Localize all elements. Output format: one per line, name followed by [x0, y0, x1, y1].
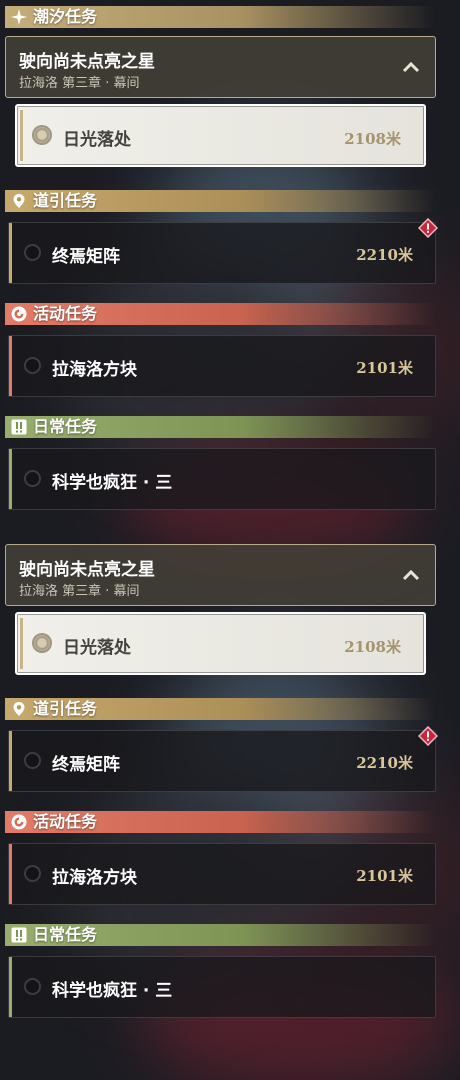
daily-quest-name: 科学也疯狂 · 三: [52, 473, 173, 493]
guide-quest-card[interactable]: 终焉矩阵 2210米: [8, 730, 436, 792]
event-quest-name: 拉海洛方块: [52, 868, 137, 888]
diamond-warning-icon: [418, 218, 438, 238]
event-accent-bar: [9, 336, 12, 396]
exclamation-box-icon: [11, 927, 27, 943]
unselected-radio-icon: [24, 978, 41, 995]
guide-quest-distance: 2210米: [356, 754, 413, 772]
category-event-header[interactable]: 活动任务: [5, 303, 435, 325]
event-quest-name: 拉海洛方块: [52, 360, 137, 380]
sparkle-icon: [11, 9, 27, 25]
main-quest-panel[interactable]: 驶向尚未点亮之星 拉海洛 第三章 · 幕间: [5, 544, 436, 606]
category-event-header[interactable]: 活动任务: [5, 811, 435, 833]
event-quest-distance: 2101米: [356, 867, 413, 885]
chevron-up-icon[interactable]: [401, 567, 421, 583]
daily-accent-bar: [9, 957, 12, 1017]
event-quest-card[interactable]: 拉海洛方块 2101米: [8, 335, 436, 397]
category-event-label: 活动任务: [33, 812, 98, 831]
guide-quest-name: 终焉矩阵: [52, 755, 120, 775]
guide-accent-bar: [9, 731, 12, 791]
guide-quest-name: 终焉矩阵: [52, 247, 120, 267]
category-daily-header[interactable]: 日常任务: [5, 924, 435, 946]
main-quest-subtitle: 拉海洛 第三章 · 幕间: [19, 76, 140, 91]
main-quest-panel[interactable]: 驶向尚未点亮之星 拉海洛 第三章 · 幕间: [5, 36, 436, 98]
event-accent-bar: [9, 844, 12, 904]
guide-quest-card[interactable]: 终焉矩阵 2210米: [8, 222, 436, 284]
unselected-radio-icon: [24, 865, 41, 882]
category-daily-header[interactable]: 日常任务: [5, 416, 435, 438]
category-daily-label: 日常任务: [33, 417, 98, 436]
guide-quest-distance: 2210米: [356, 246, 413, 264]
unselected-radio-icon: [24, 470, 41, 487]
main-quest-title: 驶向尚未点亮之星: [19, 560, 155, 580]
selected-radio-icon: [34, 635, 50, 651]
active-step-distance: 2108米: [344, 638, 401, 656]
map-pin-icon: [13, 194, 25, 208]
diamond-warning-icon: [418, 726, 438, 746]
unselected-radio-icon: [24, 752, 41, 769]
exclamation-box-icon: [11, 419, 27, 435]
chevron-up-icon[interactable]: [401, 59, 421, 75]
daily-accent-bar: [9, 449, 12, 509]
active-step-name: 日光落处: [63, 130, 131, 150]
category-tide-label: 潮汐任务: [33, 7, 98, 26]
active-quest-step[interactable]: 日光落处 2108米: [15, 612, 426, 675]
main-quest-subtitle: 拉海洛 第三章 · 幕间: [19, 584, 140, 599]
daily-quest-name: 科学也疯狂 · 三: [52, 981, 173, 1001]
selected-radio-icon: [34, 127, 50, 143]
unselected-radio-icon: [24, 244, 41, 261]
active-step-name: 日光落处: [63, 638, 131, 658]
swirl-icon: [11, 814, 27, 830]
map-pin-icon: [13, 702, 25, 716]
category-guide-label: 道引任务: [33, 191, 98, 210]
swirl-icon: [11, 306, 27, 322]
active-step-distance: 2108米: [344, 130, 401, 148]
unselected-radio-icon: [24, 357, 41, 374]
main-quest-title: 驶向尚未点亮之星: [19, 52, 155, 72]
category-event-label: 活动任务: [33, 304, 98, 323]
event-quest-card[interactable]: 拉海洛方块 2101米: [8, 843, 436, 905]
daily-quest-card[interactable]: 科学也疯狂 · 三: [8, 956, 436, 1018]
guide-accent-bar: [9, 223, 12, 283]
category-guide-header[interactable]: 道引任务: [5, 698, 435, 720]
daily-quest-card[interactable]: 科学也疯狂 · 三: [8, 448, 436, 510]
category-guide-label: 道引任务: [33, 699, 98, 718]
category-guide-header[interactable]: 道引任务: [5, 190, 435, 212]
category-daily-label: 日常任务: [33, 925, 98, 944]
event-quest-distance: 2101米: [356, 359, 413, 377]
category-tide-header[interactable]: 潮汐任务: [5, 6, 435, 28]
active-quest-step[interactable]: 日光落处 2108米: [15, 104, 426, 167]
